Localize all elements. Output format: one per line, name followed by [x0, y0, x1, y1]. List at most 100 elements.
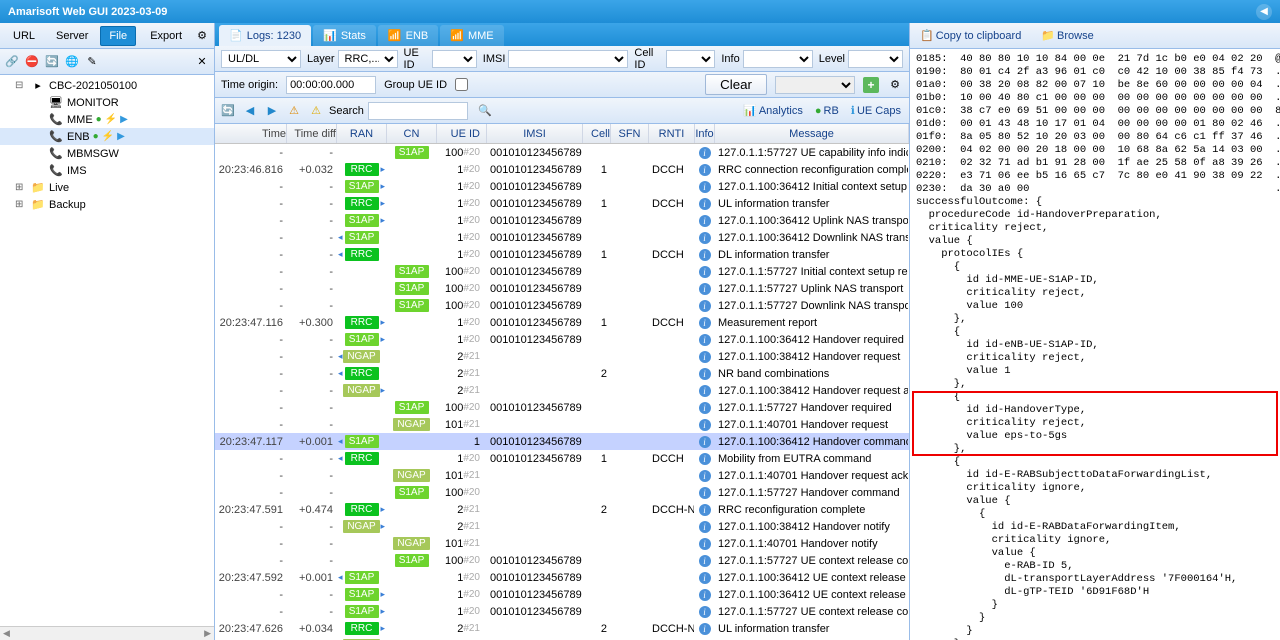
column-header[interactable]: Message — [715, 124, 909, 143]
column-header[interactable]: UE ID — [437, 124, 487, 143]
table-row[interactable]: 20:23:47.116+0.300RRC▸1 #200010101234567… — [215, 314, 909, 331]
column-header[interactable]: CN — [387, 124, 437, 143]
column-header[interactable]: IMSI — [487, 124, 583, 143]
table-row[interactable]: --S1AP▸1 #20001010123456789i127.0.1.1:57… — [215, 603, 909, 620]
tab-server[interactable]: Server — [47, 26, 97, 46]
table-row[interactable]: --RRC▸1 #200010101234567891DCCHiUL infor… — [215, 195, 909, 212]
table-row[interactable]: 20:23:47.626+0.034RRC▸2 #212DCCH-NRiUL i… — [215, 620, 909, 637]
column-header[interactable]: SFN — [611, 124, 649, 143]
layer-select[interactable]: RRC,... — [338, 50, 398, 68]
imsi-select[interactable] — [508, 50, 628, 68]
cell-select[interactable] — [666, 50, 715, 68]
ueid-label: UE ID — [404, 47, 430, 71]
saved-filter-select[interactable] — [775, 76, 855, 94]
detail-text[interactable]: 0185: 40 80 80 10 10 84 00 0e 21 7d 1c b… — [910, 49, 1280, 640]
clear-button[interactable]: Clear — [705, 74, 767, 95]
table-row[interactable]: --RRC◂1 #200010101234567891DCCHiMobility… — [215, 450, 909, 467]
file-tree[interactable]: ⊟▸CBC-2021050100🖥MONITOR📞MME ●⚡▶📞ENB ●⚡▶… — [0, 75, 214, 626]
cell-label: Cell ID — [634, 47, 663, 71]
column-header[interactable]: Time diff — [287, 124, 337, 143]
column-header[interactable]: Time — [215, 124, 287, 143]
link-icon[interactable]: 🔗 — [4, 54, 20, 70]
column-header[interactable]: Cell — [583, 124, 611, 143]
info-select[interactable] — [743, 50, 813, 68]
column-header[interactable]: RNTI — [649, 124, 695, 143]
uecaps-button[interactable]: ℹUE Caps — [847, 102, 905, 119]
nav-back-icon[interactable]: ◀ — [241, 102, 259, 120]
gear-icon[interactable]: ⚙ — [887, 77, 903, 93]
table-row[interactable]: --NGAP101 #21i127.0.1.1:40701 Handover n… — [215, 535, 909, 552]
table-row[interactable]: --S1AP100 #20001010123456789i127.0.1.1:5… — [215, 280, 909, 297]
tab[interactable]: 📶ENB — [378, 25, 438, 46]
table-row[interactable]: --RRC◂2 #212iNR band combinations — [215, 365, 909, 382]
main-panel: 📄Logs: 1230📊Stats📶ENB📶MME UL/DL LayerRRC… — [215, 23, 910, 640]
group-ueid-checkbox[interactable] — [455, 78, 468, 91]
table-row[interactable]: --NGAP◂2 #21i127.0.1.100:38412 Handover … — [215, 348, 909, 365]
refresh-icon[interactable]: 🔄 — [44, 54, 60, 70]
table-row[interactable]: --S1AP100 #20001010123456789i127.0.1.1:5… — [215, 552, 909, 569]
table-row[interactable]: --NGAP▸2 #21i127.0.1.100:38412 Handover … — [215, 382, 909, 399]
sidebar-toolbar: URL Server File Export ⚙ — [0, 23, 214, 49]
binoculars-icon[interactable]: 🔍 — [476, 102, 494, 120]
refresh-icon[interactable]: 🔄 — [219, 102, 237, 120]
tree-node[interactable]: ⊞📁Live — [0, 179, 214, 196]
table-row[interactable]: --S1AP◂1 #20001010123456789i127.0.1.100:… — [215, 229, 909, 246]
tree-node[interactable]: ⊟▸CBC-2021050100 — [0, 77, 214, 94]
globe-icon[interactable]: 🌐 — [64, 54, 80, 70]
ueid-select[interactable] — [432, 50, 477, 68]
table-row[interactable]: --S1AP100 #20i127.0.1.1:57727 Handover c… — [215, 484, 909, 501]
edit-icon[interactable]: ✎ — [84, 54, 100, 70]
table-row[interactable]: 20:23:47.592+0.001S1AP◂1 #20001010123456… — [215, 569, 909, 586]
analytics-button[interactable]: 📊Analytics — [739, 102, 807, 119]
layer-label: Layer — [307, 53, 335, 65]
export-button[interactable]: Export — [141, 26, 191, 46]
table-row[interactable]: --S1AP▸1 #20001010123456789i127.0.1.100:… — [215, 586, 909, 603]
tree-node[interactable]: 📞IMS — [0, 162, 214, 179]
tab[interactable]: 📊Stats — [313, 25, 376, 46]
table-row[interactable]: --S1AP100 #20001010123456789i127.0.1.1:5… — [215, 263, 909, 280]
table-row[interactable]: --RRC◂1 #200010101234567891DCCHiDL infor… — [215, 246, 909, 263]
tree-node[interactable]: 🖥MONITOR — [0, 94, 214, 111]
table-row[interactable]: 20:23:47.117+0.001S1AP◂1001010123456789i… — [215, 433, 909, 450]
rb-button[interactable]: ●RB — [811, 103, 843, 119]
tab[interactable]: 📄Logs: 1230 — [219, 25, 311, 46]
browse-button[interactable]: 📁Browse — [1037, 27, 1097, 44]
log-grid[interactable]: TimeTime diffRANCNUE IDIMSICellSFNRNTIIn… — [215, 124, 909, 640]
table-row[interactable]: 20:23:46.816+0.032RRC▸1 #200010101234567… — [215, 161, 909, 178]
tree-node[interactable]: 📞MBMSGW — [0, 145, 214, 162]
tree-node[interactable]: ⊞📁Backup — [0, 196, 214, 213]
tab-file[interactable]: File — [100, 26, 136, 46]
add-filter-icon[interactable]: + — [863, 77, 879, 93]
search-input[interactable] — [368, 102, 468, 120]
table-row[interactable]: --NGAP▸2 #21i127.0.1.100:38412 Handover … — [215, 518, 909, 535]
tree-node[interactable]: 📞ENB ●⚡▶ — [0, 128, 214, 145]
collapse-icon[interactable]: ◀ — [1256, 4, 1272, 20]
column-header[interactable]: Info — [695, 124, 715, 143]
tab-url[interactable]: URL — [4, 26, 44, 46]
search-bar: 🔄 ◀ ▶ ⚠ ⚠ Search 🔍 📊Analytics ●RB ℹUE Ca… — [215, 98, 909, 124]
tree-node[interactable]: 📞MME ●⚡▶ — [0, 111, 214, 128]
time-origin-input[interactable] — [286, 76, 376, 94]
tab[interactable]: 📶MME — [440, 25, 503, 46]
column-header[interactable]: RAN — [337, 124, 387, 143]
table-row[interactable]: --S1AP100 #20001010123456789i127.0.1.1:5… — [215, 144, 909, 161]
table-row[interactable]: 20:23:47.591+0.474RRC▸2 #212DCCH-NRiRRC … — [215, 501, 909, 518]
table-row[interactable]: --NGAP101 #21i127.0.1.1:40701 Handover r… — [215, 416, 909, 433]
stop-icon[interactable]: ⛔ — [24, 54, 40, 70]
uldl-select[interactable]: UL/DL — [221, 50, 301, 68]
table-row[interactable]: --S1AP100 #20001010123456789i127.0.1.1:5… — [215, 297, 909, 314]
gear-icon[interactable]: ⚙ — [194, 28, 210, 44]
table-row[interactable]: --S1AP▸1 #20001010123456789i127.0.1.100:… — [215, 212, 909, 229]
table-row[interactable]: --S1AP▸1 #20001010123456789i127.0.1.100:… — [215, 178, 909, 195]
level-select[interactable] — [848, 50, 903, 68]
warn2-icon[interactable]: ⚠ — [307, 102, 325, 120]
table-row[interactable]: --S1AP100 #20001010123456789i127.0.1.1:5… — [215, 399, 909, 416]
warn-icon[interactable]: ⚠ — [285, 102, 303, 120]
imsi-label: IMSI — [483, 53, 506, 65]
nav-fwd-icon[interactable]: ▶ — [263, 102, 281, 120]
copy-button[interactable]: 📋Copy to clipboard — [916, 27, 1025, 44]
table-row[interactable]: --NGAP101 #21i127.0.1.1:40701 Handover r… — [215, 467, 909, 484]
close-icon[interactable]: ✕ — [194, 54, 210, 70]
tree-scrollbar[interactable]: ◀▶ — [0, 626, 214, 640]
table-row[interactable]: --S1AP▸1 #20001010123456789i127.0.1.100:… — [215, 331, 909, 348]
